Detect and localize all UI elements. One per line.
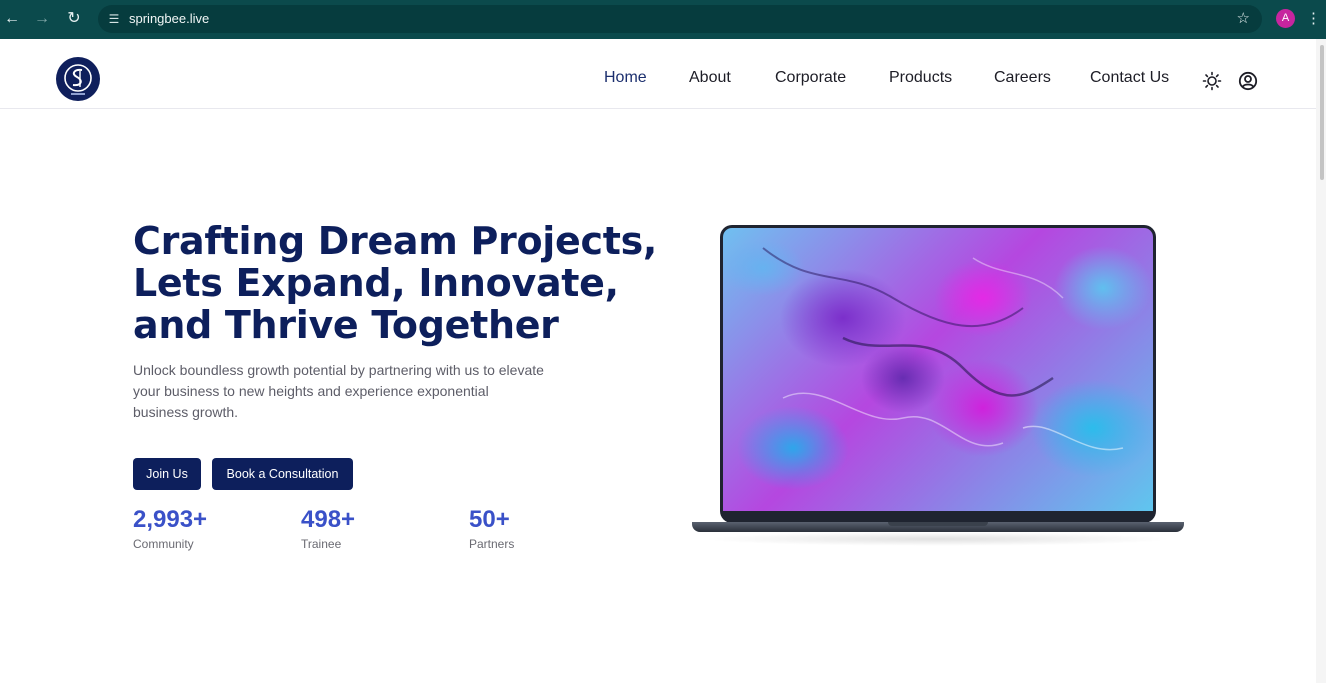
kebab-menu-icon[interactable]: ⋮ xyxy=(1306,8,1321,30)
nav-corporate[interactable]: Corporate xyxy=(775,69,846,87)
site-header: Home About Corporate Products Careers Co… xyxy=(0,39,1326,109)
nav-contact-us[interactable]: Contact Us xyxy=(1090,69,1169,87)
laptop-notch xyxy=(888,522,988,526)
stat-partners-value: 50+ xyxy=(469,506,510,533)
browser-toolbar: ← → ↻ ☰ springbee.live ☆ A ⋮ xyxy=(0,0,1326,39)
stat-community-label: Community xyxy=(133,537,194,551)
profile-avatar[interactable]: A xyxy=(1276,9,1295,28)
star-icon[interactable]: ☆ xyxy=(1237,10,1250,28)
laptop-screen-frame xyxy=(720,225,1156,523)
forward-button[interactable]: → xyxy=(31,8,53,30)
join-us-button[interactable]: Join Us xyxy=(133,458,201,490)
arrow-right-icon: → xyxy=(34,10,50,27)
reload-icon: ↻ xyxy=(67,10,81,27)
nav-about[interactable]: About xyxy=(689,69,731,87)
ink-swirl-artwork xyxy=(762,247,1124,451)
tune-icon[interactable]: ☰ xyxy=(106,11,122,27)
hero-laptop-image xyxy=(692,220,1184,550)
reload-button[interactable]: ↻ xyxy=(63,8,85,30)
hero-subtitle-line: Unlock boundless growth potential by par… xyxy=(133,362,544,378)
nav-home[interactable]: Home xyxy=(604,69,647,87)
stat-trainee-value: 498+ xyxy=(301,506,356,533)
book-consultation-button[interactable]: Book a Consultation xyxy=(212,458,353,490)
back-button[interactable]: ← xyxy=(1,8,23,30)
nav-products[interactable]: Products xyxy=(889,69,952,87)
hero-title-line: and Thrive Together xyxy=(133,303,559,347)
hero-title: Crafting Dream Projects, Lets Expand, In… xyxy=(133,219,658,347)
hero-title-line: Crafting Dream Projects, xyxy=(133,219,658,263)
laptop-shadow xyxy=(702,532,1174,546)
scrollbar-thumb[interactable] xyxy=(1320,45,1324,180)
arrow-left-icon: ← xyxy=(4,10,20,27)
hero-subtitle-line: business growth. xyxy=(133,404,239,420)
stat-community-value: 2,993+ xyxy=(133,506,208,533)
logo-icon xyxy=(64,64,92,95)
address-bar[interactable]: ☰ springbee.live ☆ xyxy=(98,5,1262,33)
hero-title-line: Lets Expand, Innovate, xyxy=(133,261,619,305)
hero-subtitle: Unlock boundless growth potential by par… xyxy=(133,360,573,423)
nav-careers[interactable]: Careers xyxy=(994,69,1051,87)
sun-icon[interactable] xyxy=(1202,71,1222,91)
stat-trainee-label: Trainee xyxy=(301,537,342,551)
url-text[interactable]: springbee.live xyxy=(129,11,209,27)
user-circle-icon[interactable] xyxy=(1238,71,1258,91)
stat-partners-label: Partners xyxy=(469,537,515,551)
laptop-screen-artwork xyxy=(723,228,1153,511)
site-logo[interactable] xyxy=(56,57,100,101)
hero-subtitle-line: your business to new heights and experie… xyxy=(133,383,489,399)
